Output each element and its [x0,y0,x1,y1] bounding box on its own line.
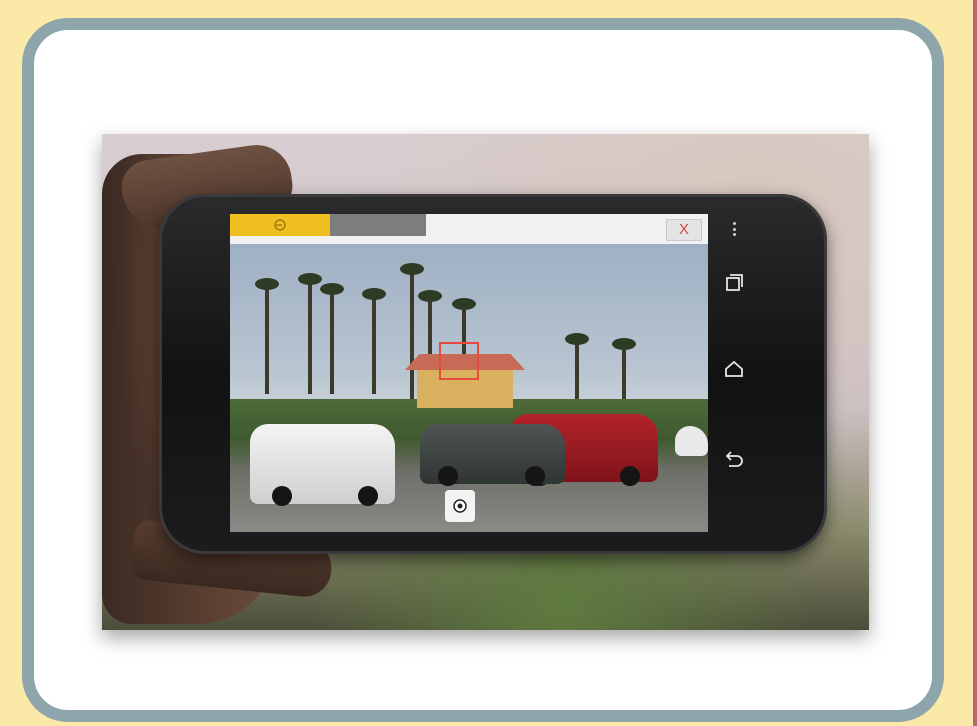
shutter-icon [453,499,467,513]
recent-apps-icon[interactable] [721,272,747,298]
wheel [438,466,458,486]
white-car [250,424,395,506]
camera-screen: X [230,214,708,532]
capture-progress-bar [230,214,426,236]
wheel [620,466,640,486]
back-icon[interactable] [721,448,747,474]
dark-car [420,424,565,486]
camera-viewfinder[interactable] [230,244,708,532]
wheel [358,486,378,506]
phone: X [159,194,827,554]
palm-tree [298,273,322,394]
wheel [272,486,292,506]
palm-tree [320,283,344,394]
window-edge [973,0,977,726]
capture-progress-remaining [330,214,426,236]
wheel [525,466,545,486]
palm-tree [255,278,279,394]
palm-tree [612,338,636,399]
android-nav-bar [715,214,755,532]
focus-box [439,342,479,380]
photo: X [102,134,869,630]
shutter-button[interactable] [445,490,475,522]
capture-progress-fill [230,214,330,236]
camera-topbar: X [230,214,708,244]
home-icon[interactable] [721,358,747,384]
close-button[interactable]: X [666,219,702,241]
palm-tree [362,288,386,394]
palm-tree [565,333,589,399]
refresh-icon [274,219,286,231]
overflow-menu-icon[interactable] [733,222,737,236]
